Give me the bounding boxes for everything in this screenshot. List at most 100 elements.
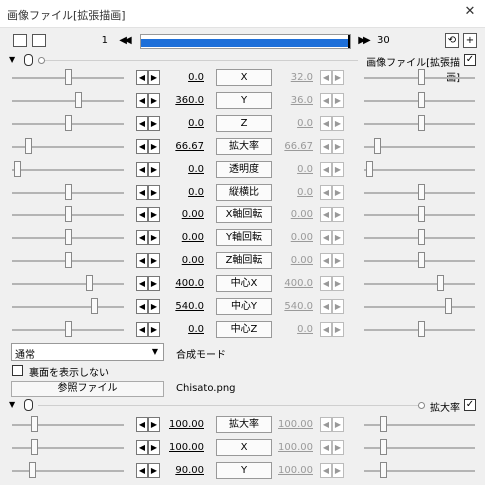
end-value-stepper[interactable]: ◀ ▶ [320, 321, 344, 337]
slider-thumb[interactable] [31, 439, 38, 455]
end-value[interactable]: 36.0 [275, 95, 313, 106]
decrement-arrow-icon[interactable]: ◀ [136, 161, 148, 177]
end-value-stepper[interactable]: ◀ ▶ [320, 230, 344, 246]
start-value[interactable]: 0.00 [166, 209, 204, 220]
track-mode-button[interactable]: Y [216, 91, 272, 109]
track-mode-button[interactable]: X [216, 69, 272, 86]
start-value-stepper[interactable]: ◀ ▶ [136, 253, 160, 269]
slider-thumb[interactable] [25, 137, 32, 154]
decrement-arrow-icon[interactable]: ◀ [136, 207, 148, 223]
start-value-stepper[interactable]: ◀ ▶ [136, 115, 160, 131]
end-value[interactable]: 100.00 [275, 419, 313, 430]
start-value-stepper[interactable]: ◀ ▶ [136, 463, 160, 478]
decrement-arrow-icon[interactable]: ◀ [136, 463, 148, 478]
decrement-arrow-icon[interactable]: ◀ [136, 92, 148, 108]
slider-thumb[interactable] [14, 160, 21, 177]
increment-arrow-icon[interactable]: ▶ [332, 115, 344, 131]
slider-thumb[interactable] [65, 69, 72, 85]
start-value-slider[interactable] [12, 203, 124, 226]
slider-thumb[interactable] [418, 229, 425, 246]
start-value-slider[interactable] [12, 181, 124, 204]
decrement-arrow-icon[interactable]: ◀ [320, 417, 332, 432]
start-value-slider[interactable] [12, 112, 124, 135]
decrement-arrow-icon[interactable]: ◀ [136, 253, 148, 269]
increment-arrow-icon[interactable]: ▶ [332, 417, 344, 432]
decrement-arrow-icon[interactable]: ◀ [320, 184, 332, 200]
backface-checkbox[interactable] [12, 365, 23, 376]
start-value[interactable]: 540.0 [166, 301, 204, 312]
start-value-slider[interactable] [12, 318, 124, 341]
increment-arrow-icon[interactable]: ▶ [332, 70, 344, 85]
slider-thumb[interactable] [418, 183, 425, 200]
start-value[interactable]: 100.00 [166, 442, 204, 453]
decrement-arrow-icon[interactable]: ◀ [320, 138, 332, 154]
track-mode-button[interactable]: 中心X [216, 275, 272, 293]
end-value[interactable]: 32.0 [275, 72, 313, 83]
end-value[interactable]: 0.00 [275, 232, 313, 243]
track-mode-button[interactable]: Y [216, 462, 272, 479]
slider-thumb[interactable] [86, 275, 93, 292]
start-value-slider[interactable] [12, 459, 124, 482]
decrement-arrow-icon[interactable]: ◀ [136, 440, 148, 455]
increment-arrow-icon[interactable]: ▶ [148, 207, 160, 223]
increment-arrow-icon[interactable]: ▶ [148, 321, 160, 337]
track-mode-button[interactable]: 拡大率 [216, 416, 272, 433]
start-value-slider[interactable] [12, 436, 124, 459]
end-value-slider[interactable] [364, 135, 475, 158]
slider-thumb[interactable] [380, 439, 387, 455]
start-value-slider[interactable] [12, 135, 124, 158]
end-value[interactable]: 100.00 [275, 442, 313, 453]
seek-end-button[interactable]: ▶▶ [355, 34, 371, 48]
end-value-stepper[interactable]: ◀ ▶ [320, 115, 344, 131]
decrement-arrow-icon[interactable]: ◀ [320, 161, 332, 177]
decrement-arrow-icon[interactable]: ◀ [136, 299, 148, 314]
slider-thumb[interactable] [380, 462, 387, 478]
end-value-slider[interactable] [364, 89, 475, 112]
increment-arrow-icon[interactable]: ▶ [332, 184, 344, 200]
track-mode-button[interactable]: 中心Z [216, 320, 272, 338]
start-value[interactable]: 0.0 [166, 324, 204, 335]
refresh-icon[interactable]: ⟲ [445, 33, 459, 48]
end-value-slider[interactable] [364, 249, 475, 272]
track-mode-button[interactable]: 透明度 [216, 160, 272, 178]
increment-arrow-icon[interactable]: ▶ [332, 207, 344, 223]
start-value-slider[interactable] [12, 413, 124, 436]
increment-arrow-icon[interactable]: ▶ [148, 299, 160, 314]
start-value[interactable]: 360.0 [166, 95, 204, 106]
decrement-arrow-icon[interactable]: ◀ [136, 184, 148, 200]
track-mode-button[interactable]: X [216, 439, 272, 456]
end-value-slider[interactable] [364, 318, 475, 341]
end-value-stepper[interactable]: ◀ ▶ [320, 138, 344, 154]
slider-thumb[interactable] [29, 462, 36, 478]
start-value-stepper[interactable]: ◀ ▶ [136, 440, 160, 455]
end-value-stepper[interactable]: ◀ ▶ [320, 463, 344, 478]
decrement-arrow-icon[interactable]: ◀ [320, 115, 332, 131]
end-value[interactable]: 0.0 [275, 164, 313, 175]
decrement-arrow-icon[interactable]: ◀ [320, 230, 332, 246]
slider-thumb[interactable] [91, 298, 98, 314]
start-value-stepper[interactable]: ◀ ▶ [136, 207, 160, 223]
decrement-arrow-icon[interactable]: ◀ [320, 70, 332, 85]
end-value-stepper[interactable]: ◀ ▶ [320, 161, 344, 177]
end-value[interactable]: 540.0 [275, 301, 313, 312]
slider-thumb[interactable] [75, 91, 82, 108]
start-value-slider[interactable] [12, 295, 124, 318]
timeline-cursor[interactable] [348, 35, 350, 48]
slider-thumb[interactable] [366, 160, 373, 177]
end-value[interactable]: 0.00 [275, 255, 313, 266]
start-value-stepper[interactable]: ◀ ▶ [136, 92, 160, 108]
end-value-slider[interactable] [364, 459, 475, 482]
decrement-arrow-icon[interactable]: ◀ [320, 276, 332, 292]
blend-mode-select[interactable]: 通常 ▼ [11, 343, 164, 361]
collapse-triangle-icon[interactable]: ▼ [9, 55, 15, 64]
increment-arrow-icon[interactable]: ▶ [332, 161, 344, 177]
increment-arrow-icon[interactable]: ▶ [332, 299, 344, 314]
end-value-stepper[interactable]: ◀ ▶ [320, 70, 344, 85]
start-value-slider[interactable] [12, 226, 124, 249]
start-value[interactable]: 0.00 [166, 255, 204, 266]
decrement-arrow-icon[interactable]: ◀ [320, 463, 332, 478]
end-value-slider[interactable] [364, 413, 475, 436]
start-value-stepper[interactable]: ◀ ▶ [136, 138, 160, 154]
decrement-arrow-icon[interactable]: ◀ [320, 321, 332, 337]
decrement-arrow-icon[interactable]: ◀ [320, 207, 332, 223]
